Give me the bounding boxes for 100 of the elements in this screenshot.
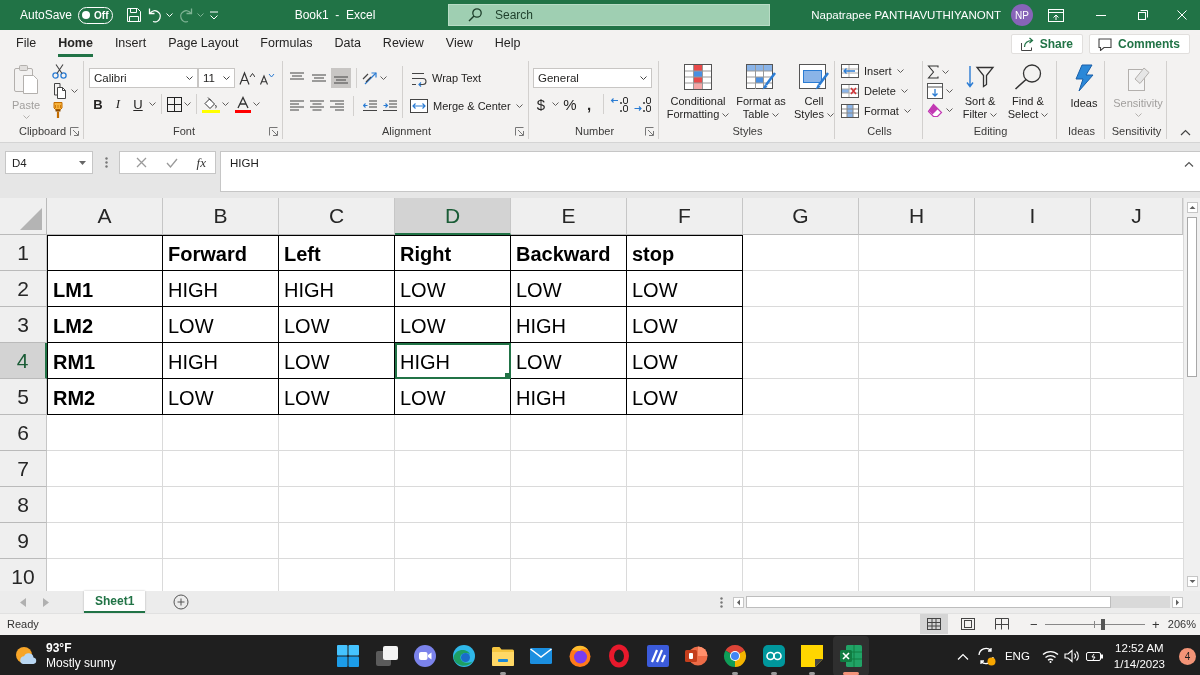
caret-icon[interactable] xyxy=(552,102,559,107)
dialog-launcher-icon[interactable] xyxy=(515,126,524,136)
collapse-ribbon-icon[interactable] xyxy=(1180,129,1191,136)
minimize-icon[interactable] xyxy=(1096,14,1106,16)
restore-icon[interactable] xyxy=(1138,10,1148,20)
caret-icon[interactable] xyxy=(71,88,78,93)
table-cell[interactable]: HIGH xyxy=(279,271,395,307)
table-cell[interactable]: LOW xyxy=(163,307,279,343)
ideas-button[interactable]: Ideas xyxy=(1061,61,1107,123)
scroll-down-icon[interactable] xyxy=(1186,576,1198,587)
borders-icon[interactable] xyxy=(167,96,182,112)
paintbrush-icon[interactable] xyxy=(52,101,64,118)
enter-icon[interactable] xyxy=(165,157,178,168)
table-header-cell[interactable]: Right xyxy=(395,235,511,271)
ringed-disc-icon[interactable] xyxy=(568,644,593,668)
undo-icon[interactable] xyxy=(147,7,164,23)
expand-formula-icon[interactable] xyxy=(1184,161,1194,167)
ribbon-tab[interactable]: Data xyxy=(334,30,361,57)
user-avatar[interactable]: NP xyxy=(1011,4,1033,26)
table-cell[interactable]: LOW xyxy=(395,307,511,343)
battery-icon[interactable] xyxy=(1085,649,1104,663)
caret-icon[interactable] xyxy=(223,75,230,80)
volume-icon[interactable] xyxy=(1063,649,1080,663)
column-header[interactable]: H xyxy=(859,198,975,235)
row-label-cell[interactable]: LM1 xyxy=(47,271,163,307)
sync-icon[interactable] xyxy=(975,646,996,666)
table-cell[interactable]: LOW xyxy=(511,343,627,379)
dialog-launcher-icon[interactable] xyxy=(645,126,654,136)
find-select-button[interactable]: Find & Select xyxy=(1003,61,1053,123)
column-header[interactable]: G xyxy=(743,198,859,235)
grow-font-icon[interactable] xyxy=(239,70,255,85)
format-cells-button[interactable]: Format xyxy=(839,101,913,121)
caret-icon[interactable] xyxy=(222,102,229,107)
notification-badge[interactable]: 4 xyxy=(1179,647,1196,665)
wave-circle-icon[interactable] xyxy=(452,644,477,668)
zoom-level[interactable]: 206% xyxy=(1167,618,1196,630)
more-options-icon[interactable] xyxy=(720,596,723,608)
table-cell[interactable]: LOW xyxy=(279,343,395,379)
row-label-cell[interactable]: RM1 xyxy=(47,343,163,379)
caret-icon[interactable] xyxy=(896,69,904,73)
table-cell[interactable]: HIGH xyxy=(511,307,627,343)
caret-icon[interactable] xyxy=(380,76,387,81)
percent-style-button[interactable]: % xyxy=(562,94,578,115)
clock-date[interactable]: 1/14/2023 xyxy=(1113,656,1165,672)
table-cell[interactable]: HIGH xyxy=(163,343,279,379)
scroll-right-icon[interactable] xyxy=(1172,596,1183,608)
caret-icon[interactable] xyxy=(1041,113,1049,118)
table-cell[interactable]: LOW xyxy=(279,379,395,415)
ring-icon[interactable] xyxy=(606,644,631,668)
column-header[interactable]: E xyxy=(511,198,627,235)
taskbar-button[interactable] xyxy=(832,636,869,675)
align-bottom-icon[interactable] xyxy=(331,68,351,89)
decrease-decimal-icon[interactable] xyxy=(633,96,653,113)
caret-icon[interactable] xyxy=(827,113,834,118)
table-cell[interactable]: LOW xyxy=(627,343,743,379)
caret-icon[interactable] xyxy=(722,113,730,118)
font-size-dropdown[interactable]: 11 xyxy=(198,67,235,88)
fill-color-icon[interactable] xyxy=(202,95,220,113)
slanted-stripes-icon[interactable] xyxy=(645,644,670,668)
conditional-formatting-button[interactable]: Conditional Formatting xyxy=(663,61,733,123)
font-color-icon[interactable] xyxy=(235,95,251,113)
row-header[interactable]: 8 xyxy=(0,487,47,523)
save-icon[interactable] xyxy=(126,7,143,23)
caret-icon[interactable] xyxy=(186,75,193,80)
column-header[interactable]: F xyxy=(627,198,743,235)
table-header-cell[interactable]: stop xyxy=(627,235,743,271)
table-cell[interactable]: LOW xyxy=(395,271,511,307)
search-field[interactable]: Search xyxy=(448,4,770,26)
ribbon-tab[interactable]: File xyxy=(16,30,37,57)
orientation-icon[interactable] xyxy=(362,71,378,86)
table-cell[interactable]: LOW xyxy=(395,379,511,415)
ribbon-tab[interactable]: Review xyxy=(382,30,424,57)
caret-icon[interactable] xyxy=(946,89,953,93)
copy-icon[interactable] xyxy=(52,82,68,99)
cancel-icon[interactable] xyxy=(136,157,147,168)
language-indicator[interactable]: ENG xyxy=(1004,650,1030,662)
table-cell[interactable] xyxy=(47,235,163,271)
chevron-up-icon[interactable] xyxy=(956,652,969,660)
ribbon-tab[interactable]: Insert xyxy=(114,30,147,57)
increase-indent-icon[interactable] xyxy=(383,99,397,112)
page-break-view-icon[interactable] xyxy=(994,618,1009,630)
table-header-cell[interactable]: Backward xyxy=(511,235,627,271)
table-cell[interactable]: LOW xyxy=(279,307,395,343)
table-cell[interactable]: LOW xyxy=(511,271,627,307)
scroll-left-icon[interactable] xyxy=(733,596,744,608)
table-cell[interactable]: LOW xyxy=(627,307,743,343)
increase-decimal-icon[interactable] xyxy=(610,96,630,113)
table-cell[interactable]: LOW xyxy=(163,379,279,415)
table-cell[interactable]: HIGH xyxy=(163,271,279,307)
caret-icon[interactable] xyxy=(900,89,908,93)
zoom-out-button[interactable]: − xyxy=(1027,616,1040,632)
wifi-icon[interactable] xyxy=(1041,649,1059,663)
row-header[interactable]: 4 xyxy=(0,343,47,379)
segmented-circle-icon[interactable] xyxy=(722,644,747,668)
ribbon-tab[interactable]: Formulas xyxy=(260,30,313,57)
cell-styles-button[interactable]: Cell Styles xyxy=(789,61,839,123)
share-button[interactable]: Share xyxy=(1010,34,1083,54)
dialog-launcher-icon[interactable] xyxy=(70,126,79,136)
infinity-icon[interactable] xyxy=(761,644,786,668)
caret-icon[interactable] xyxy=(184,102,191,107)
